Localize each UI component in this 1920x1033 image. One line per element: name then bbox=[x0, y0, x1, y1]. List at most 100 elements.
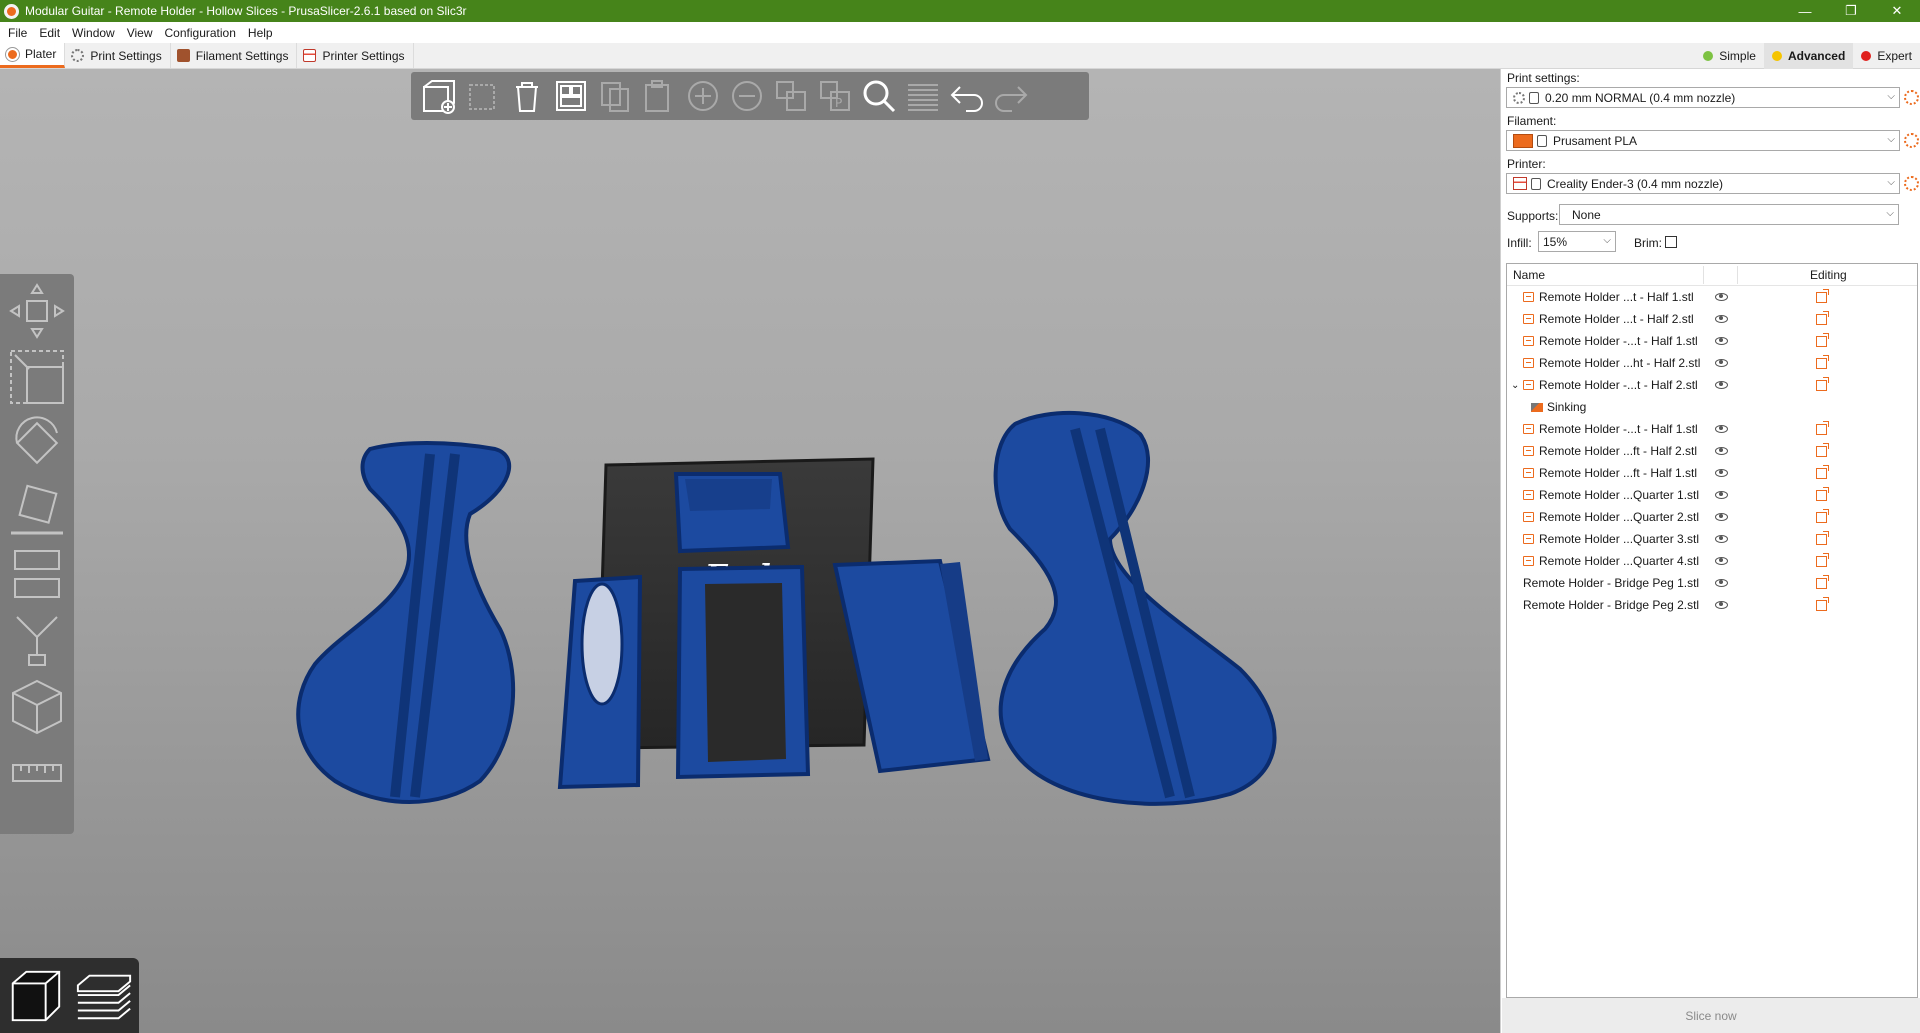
edit-settings-icon[interactable] bbox=[1816, 486, 1829, 501]
visibility-eye-icon[interactable] bbox=[1715, 469, 1728, 477]
visibility-eye-icon[interactable] bbox=[1715, 447, 1728, 455]
undo-icon[interactable] bbox=[945, 76, 989, 116]
measure-cube-icon[interactable] bbox=[6, 676, 68, 738]
3d-viewport[interactable]: Ende P bbox=[0, 69, 1500, 1033]
print-settings-combo[interactable]: 0.20 mm NORMAL (0.4 mm nozzle) ⌵ bbox=[1506, 87, 1900, 108]
visibility-eye-icon[interactable] bbox=[1715, 293, 1728, 301]
object-list-row[interactable]: Remote Holder - Bridge Peg 2.stl bbox=[1507, 594, 1917, 616]
visibility-eye-icon[interactable] bbox=[1715, 557, 1728, 565]
rotate-icon[interactable] bbox=[6, 412, 68, 474]
edit-settings-icon[interactable] bbox=[1816, 376, 1829, 391]
model-guitar-body-right[interactable] bbox=[993, 410, 1277, 806]
edit-settings-icon[interactable] bbox=[1816, 596, 1829, 611]
delete-all-icon[interactable] bbox=[505, 76, 549, 116]
expand-chevron-icon[interactable]: ⌄ bbox=[1511, 380, 1519, 391]
mode-advanced[interactable]: Advanced bbox=[1763, 43, 1854, 69]
add-instance-icon[interactable] bbox=[681, 76, 725, 116]
model-guitar-body-left[interactable] bbox=[296, 441, 516, 804]
visibility-eye-icon[interactable] bbox=[1715, 381, 1728, 389]
delete-icon[interactable] bbox=[461, 76, 505, 116]
printer-combo[interactable]: Creality Ender-3 (0.4 mm nozzle) ⌵ bbox=[1506, 173, 1900, 194]
visibility-eye-icon[interactable] bbox=[1715, 337, 1728, 345]
mode-simple[interactable]: Simple bbox=[1695, 49, 1764, 63]
filament-edit-gear-icon[interactable] bbox=[1904, 133, 1919, 148]
menu-configuration[interactable]: Configuration bbox=[159, 26, 242, 40]
visibility-eye-icon[interactable] bbox=[1715, 579, 1728, 587]
preview-layers-icon[interactable] bbox=[73, 965, 135, 1027]
add-icon[interactable] bbox=[417, 76, 461, 116]
object-list-row[interactable]: Remote Holder ...ft - Half 1.stl bbox=[1507, 462, 1917, 484]
printer-edit-gear-icon[interactable] bbox=[1904, 176, 1919, 191]
supports-combo[interactable]: None ⌵ bbox=[1559, 204, 1899, 225]
edit-settings-icon[interactable] bbox=[1816, 288, 1829, 303]
scale-icon[interactable] bbox=[6, 346, 68, 408]
visibility-eye-icon[interactable] bbox=[1715, 425, 1728, 433]
object-list-row[interactable]: Remote Holder -...t - Half 1.stl bbox=[1507, 330, 1917, 352]
visibility-eye-icon[interactable] bbox=[1715, 601, 1728, 609]
object-list-row[interactable]: ⌄ Remote Holder -...t - Half 2.stl bbox=[1507, 374, 1917, 396]
brim-checkbox[interactable] bbox=[1665, 236, 1677, 248]
paint-supports-icon[interactable] bbox=[6, 610, 68, 672]
redo-icon[interactable] bbox=[989, 76, 1033, 116]
edit-settings-icon[interactable] bbox=[1816, 508, 1829, 523]
edit-settings-icon[interactable] bbox=[1816, 552, 1829, 567]
visibility-eye-icon[interactable] bbox=[1715, 535, 1728, 543]
split-parts-icon[interactable]: P bbox=[813, 76, 857, 116]
object-list-row[interactable]: Remote Holder ...Quarter 4.stl bbox=[1507, 550, 1917, 572]
filament-value: Prusament PLA bbox=[1553, 133, 1638, 148]
infill-combo[interactable]: 15% ⌵ bbox=[1538, 231, 1616, 252]
ruler-icon[interactable] bbox=[6, 742, 68, 804]
object-list-row[interactable]: Remote Holder ...Quarter 1.stl bbox=[1507, 484, 1917, 506]
edit-settings-icon[interactable] bbox=[1816, 420, 1829, 435]
layers-editing-icon[interactable] bbox=[901, 76, 945, 116]
object-list-row[interactable]: Remote Holder ...t - Half 1.stl bbox=[1507, 286, 1917, 308]
cut-icon[interactable] bbox=[6, 544, 68, 606]
object-list-row[interactable]: Remote Holder ...ft - Half 2.stl bbox=[1507, 440, 1917, 462]
menu-window[interactable]: Window bbox=[66, 26, 121, 40]
3d-scene[interactable]: Ende bbox=[0, 69, 1500, 1033]
close-button[interactable]: ✕ bbox=[1874, 0, 1920, 22]
3d-view-icon[interactable] bbox=[4, 965, 66, 1027]
object-list-row[interactable]: Remote Holder ...Quarter 2.stl bbox=[1507, 506, 1917, 528]
remove-instance-icon[interactable] bbox=[725, 76, 769, 116]
edit-settings-icon[interactable] bbox=[1816, 310, 1829, 325]
mode-expert[interactable]: Expert bbox=[1853, 49, 1920, 63]
print-settings-edit-gear-icon[interactable] bbox=[1904, 90, 1919, 105]
visibility-eye-icon[interactable] bbox=[1715, 359, 1728, 367]
menu-edit[interactable]: Edit bbox=[33, 26, 66, 40]
edit-settings-icon[interactable] bbox=[1816, 442, 1829, 457]
visibility-eye-icon[interactable] bbox=[1715, 315, 1728, 323]
maximize-button[interactable]: ❐ bbox=[1828, 0, 1874, 22]
object-list-row[interactable]: Remote Holder - Bridge Peg 1.stl bbox=[1507, 572, 1917, 594]
menu-view[interactable]: View bbox=[121, 26, 159, 40]
tab-plater[interactable]: Plater bbox=[0, 43, 66, 68]
tab-printer-settings[interactable]: Printer Settings bbox=[297, 43, 414, 68]
edit-settings-icon[interactable] bbox=[1816, 574, 1829, 589]
filament-combo[interactable]: Prusament PLA ⌵ bbox=[1506, 130, 1900, 151]
split-objects-icon[interactable] bbox=[769, 76, 813, 116]
menu-help[interactable]: Help bbox=[242, 26, 279, 40]
visibility-eye-icon[interactable] bbox=[1715, 513, 1728, 521]
object-part-icon bbox=[1523, 490, 1534, 500]
object-list-row[interactable]: Remote Holder ...t - Half 2.stl bbox=[1507, 308, 1917, 330]
object-list-row[interactable]: Remote Holder -...t - Half 1.stl bbox=[1507, 418, 1917, 440]
place-on-face-icon[interactable] bbox=[6, 478, 68, 540]
tab-filament-settings[interactable]: Filament Settings bbox=[171, 43, 298, 68]
object-list-row[interactable]: Remote Holder ...ht - Half 2.stl bbox=[1507, 352, 1917, 374]
menu-file[interactable]: File bbox=[2, 26, 33, 40]
copy-icon[interactable] bbox=[593, 76, 637, 116]
move-icon[interactable] bbox=[6, 280, 68, 342]
tab-print-settings[interactable]: Print Settings bbox=[65, 43, 171, 68]
minimize-button[interactable]: — bbox=[1782, 0, 1828, 22]
object-list-row[interactable]: Remote Holder ...Quarter 3.stl bbox=[1507, 528, 1917, 550]
arrange-icon[interactable] bbox=[549, 76, 593, 116]
object-list-child-row[interactable]: Sinking bbox=[1507, 396, 1917, 418]
search-icon[interactable] bbox=[857, 76, 901, 116]
visibility-eye-icon[interactable] bbox=[1715, 491, 1728, 499]
edit-settings-icon[interactable] bbox=[1816, 464, 1829, 479]
slice-now-button[interactable]: Slice now bbox=[1502, 998, 1920, 1033]
edit-settings-icon[interactable] bbox=[1816, 332, 1829, 347]
edit-settings-icon[interactable] bbox=[1816, 530, 1829, 545]
paste-icon[interactable] bbox=[637, 76, 681, 116]
edit-settings-icon[interactable] bbox=[1816, 354, 1829, 369]
